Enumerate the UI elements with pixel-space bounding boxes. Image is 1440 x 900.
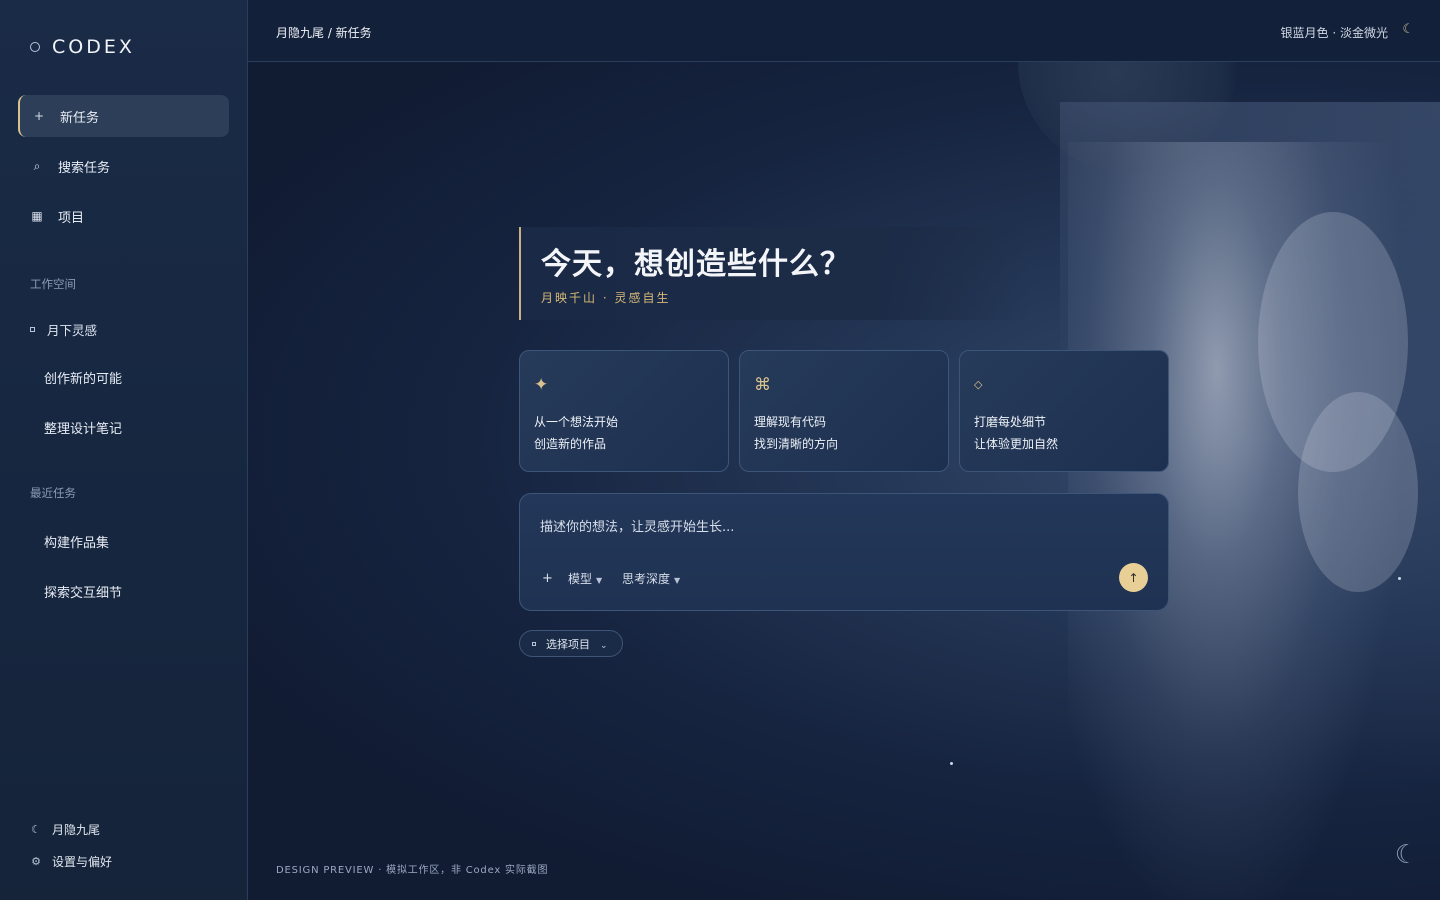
- project-selector[interactable]: 选择项目 ⌄: [519, 630, 623, 657]
- send-button[interactable]: ↑: [1119, 563, 1148, 592]
- logo[interactable]: CODEX: [30, 36, 135, 58]
- hero-banner: 今天，想创造些什么？ 月映千山 · 灵感自生: [519, 227, 1029, 320]
- suggestion-card-code[interactable]: ⌘ 理解现有代码 找到清晰的方向: [739, 350, 949, 472]
- prompt-composer: 描述你的想法，让灵感开始生长... + 模型 ▼ 思考深度 ▼ ↑: [519, 493, 1169, 611]
- sidebar-item-label: 新任务: [60, 110, 100, 126]
- prompt-input[interactable]: 描述你的想法，让灵感开始生长...: [540, 516, 734, 535]
- card-title: 理解现有代码: [754, 415, 827, 429]
- sidebar-item-search-tasks[interactable]: ⌕ 搜索任务: [18, 145, 229, 187]
- gear-icon: ⚙: [31, 855, 41, 868]
- model-dropdown[interactable]: 模型 ▼: [568, 570, 602, 587]
- sidebar-item-label: 搜索任务: [58, 160, 111, 176]
- card-subtitle: 找到清晰的方向: [754, 437, 839, 451]
- workspace-item[interactable]: 月下灵感: [30, 320, 97, 339]
- page-title: 今天，想创造些什么？: [541, 247, 851, 282]
- depth-label: 思考深度: [622, 572, 671, 586]
- recent-task-item[interactable]: 构建作品集: [44, 532, 109, 551]
- sidebar-profile[interactable]: ☾ 月隐九尾: [30, 821, 100, 838]
- moon-watermark-icon: ☾: [1394, 840, 1418, 870]
- recent-section-label: 最近任务: [30, 486, 76, 500]
- card-title: 从一个想法开始: [534, 415, 619, 429]
- diamond-icon: ◇: [974, 378, 983, 391]
- command-icon: ⌘: [754, 375, 771, 395]
- workspace-name: 月下灵感: [47, 323, 98, 338]
- chevron-down-icon: ⌄: [600, 640, 608, 651]
- theme-label: 银蓝月色 · 淡金微光: [1280, 26, 1388, 40]
- folder-square-icon: [532, 641, 536, 646]
- breadcrumb[interactable]: 月隐九尾 / 新任务: [276, 24, 372, 41]
- sidebar-item-new-task[interactable]: + 新任务: [18, 95, 229, 137]
- moon-icon: ☾: [31, 823, 41, 836]
- recent-task-item[interactable]: 探索交互细节: [44, 582, 122, 601]
- arrow-up-icon: ↑: [1128, 570, 1139, 585]
- card-subtitle: 让体验更加自然: [974, 437, 1059, 451]
- caret-down-icon: ▼: [674, 576, 681, 585]
- main-area: ☾ 今天，想创造些什么？ 月映千山 · 灵感自生 ✦ 从一个想法开始 创造新的作…: [248, 62, 1440, 900]
- settings-label: 设置与偏好: [52, 855, 113, 869]
- design-preview-note: DESIGN PREVIEW · 模拟工作区，非 Codex 实际截图: [276, 865, 549, 876]
- sidebar: CODEX + 新任务 ⌕ 搜索任务 ▦ 项目 工作空间 月下灵感 创作新的可能…: [0, 0, 248, 900]
- attach-plus-button[interactable]: +: [542, 571, 553, 586]
- workspace-task-item[interactable]: 创作新的可能: [44, 368, 122, 387]
- suggestion-card-idea[interactable]: ✦ 从一个想法开始 创造新的作品: [519, 350, 729, 472]
- search-icon: ⌕: [33, 158, 41, 173]
- sparkle-decoration: [1398, 577, 1401, 580]
- suggestion-card-polish[interactable]: ◇ 打磨每处细节 让体验更加自然: [959, 350, 1169, 472]
- project-selector-label: 选择项目: [546, 637, 590, 651]
- sparkle-decoration: [950, 762, 953, 765]
- page-subtitle: 月映千山 · 灵感自生: [541, 291, 671, 305]
- logo-text: CODEX: [52, 36, 135, 58]
- grid-icon: ▦: [31, 209, 43, 223]
- tail-decoration: [1298, 392, 1418, 592]
- sidebar-settings[interactable]: ⚙ 设置与偏好: [30, 853, 112, 870]
- caret-down-icon: ▼: [596, 576, 603, 585]
- top-bar: 月隐九尾 / 新任务 银蓝月色 · 淡金微光 ☾: [248, 0, 1440, 62]
- logo-ring-icon: [30, 42, 40, 52]
- thinking-depth-dropdown[interactable]: 思考深度 ▼: [622, 570, 680, 587]
- workspace-task-item[interactable]: 整理设计笔记: [44, 418, 122, 437]
- card-subtitle: 创造新的作品: [534, 437, 607, 451]
- card-title: 打磨每处细节: [974, 415, 1047, 429]
- folder-square-icon: [30, 327, 35, 332]
- model-label: 模型: [568, 572, 593, 586]
- sidebar-item-projects[interactable]: ▦ 项目: [18, 195, 229, 237]
- moon-toggle-icon[interactable]: ☾: [1402, 22, 1414, 37]
- sparkle-icon: ✦: [534, 375, 549, 395]
- workspace-section-label: 工作空间: [30, 277, 76, 291]
- profile-name: 月隐九尾: [52, 823, 101, 837]
- sidebar-item-label: 项目: [58, 210, 85, 226]
- plus-icon: +: [33, 109, 45, 123]
